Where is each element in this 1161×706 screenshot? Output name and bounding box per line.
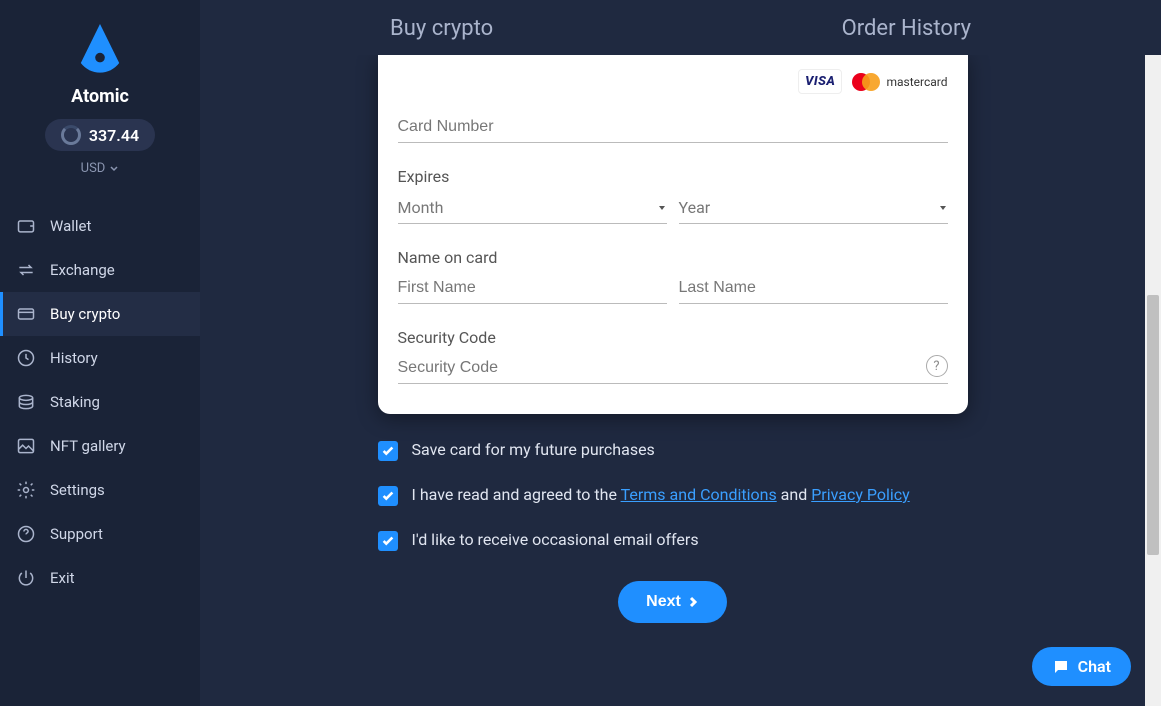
chat-button-label: Chat [1078,657,1111,676]
mastercard-text: mastercard [886,75,947,89]
security-help-icon[interactable]: ? [926,355,948,377]
power-icon [16,568,36,588]
sidebar-item-history[interactable]: History [0,336,200,380]
nav: Wallet Exchange Buy crypto History Staki… [0,204,200,600]
name-on-card-label: Name on card [398,248,948,267]
scrollbar-thumb[interactable] [1147,295,1159,555]
help-icon [16,524,36,544]
sidebar: Atomic 337.44 USD Wallet Exchange Buy cr… [0,0,200,706]
terms-link[interactable]: Terms and Conditions [621,485,777,504]
sidebar-item-label: Settings [50,481,105,499]
sidebar-item-label: History [50,349,98,367]
wallet-icon [16,216,36,236]
visa-badge: VISA [798,69,842,94]
save-card-checkbox[interactable] [378,441,398,461]
sidebar-item-label: Buy crypto [50,305,120,323]
header: Buy crypto Order History [200,0,1161,55]
next-button[interactable]: Next [618,581,727,623]
mastercard-badge: mastercard [852,69,947,94]
gear-icon [16,480,36,500]
sidebar-item-settings[interactable]: Settings [0,468,200,512]
sidebar-item-buy-crypto[interactable]: Buy crypto [0,292,200,336]
page-title: Buy crypto [390,16,493,41]
next-button-label: Next [646,593,681,611]
agree-terms-checkbox[interactable] [378,486,398,506]
email-offers-checkbox[interactable] [378,531,398,551]
dropdown-arrow-icon [938,203,948,213]
security-code-label: Security Code [398,328,948,347]
save-card-label: Save card for my future purchases [412,440,655,459]
currency-label: USD [81,161,106,176]
card-icon [16,304,36,324]
staking-icon [16,392,36,412]
dropdown-arrow-icon [657,203,667,213]
balance-ring-icon [61,125,81,145]
image-icon [16,436,36,456]
history-icon [16,348,36,368]
balance-pill[interactable]: 337.44 [45,119,155,151]
sidebar-item-exit[interactable]: Exit [0,556,200,600]
agree-mid: and [777,485,812,504]
chevron-down-icon [109,164,119,174]
last-name-input[interactable] [679,273,948,304]
agreements: Save card for my future purchases I have… [378,414,968,575]
mastercard-icon [852,73,880,91]
expiry-month-select[interactable]: Month [398,192,667,224]
card-number-input[interactable] [398,112,948,143]
exchange-icon [16,260,36,280]
security-code-input[interactable] [398,353,948,384]
agree-prefix: I have read and agreed to the [412,485,621,504]
card-brands: VISA mastercard [398,69,948,94]
main-area: Buy crypto Order History VISA mastercard [200,0,1161,706]
chat-button[interactable]: Chat [1032,647,1131,686]
balance-amount: 337.44 [89,126,139,145]
sidebar-item-label: Wallet [50,217,91,235]
app-name: Atomic [71,86,129,107]
sidebar-item-label: Exchange [50,261,115,279]
scrollbar-track[interactable] [1145,55,1161,706]
sidebar-item-label: Support [50,525,103,543]
sidebar-item-label: NFT gallery [50,437,126,455]
sidebar-item-nft[interactable]: NFT gallery [0,424,200,468]
currency-selector[interactable]: USD [81,161,120,176]
first-name-input[interactable] [398,273,667,304]
expiry-year-select[interactable]: Year [679,192,948,224]
sidebar-item-wallet[interactable]: Wallet [0,204,200,248]
sidebar-item-exchange[interactable]: Exchange [0,248,200,292]
email-offers-label: I'd like to receive occasional email off… [412,530,699,549]
content-wrap: VISA mastercard Expires Month [200,55,1161,706]
sidebar-item-support[interactable]: Support [0,512,200,556]
agree-terms-label: I have read and agreed to the Terms and … [412,485,910,504]
card-form: VISA mastercard Expires Month [378,55,968,414]
logo-area: Atomic 337.44 USD [0,18,200,186]
sidebar-item-label: Exit [50,569,75,587]
scroll-body: VISA mastercard Expires Month [200,55,1145,706]
chat-icon [1052,658,1070,676]
sidebar-item-staking[interactable]: Staking [0,380,200,424]
order-history-link[interactable]: Order History [842,16,971,41]
month-placeholder: Month [398,198,444,217]
privacy-link[interactable]: Privacy Policy [811,485,910,504]
app-logo-icon [70,18,130,78]
expires-label: Expires [398,167,948,186]
year-placeholder: Year [679,198,711,217]
chevron-right-icon [687,596,699,608]
sidebar-item-label: Staking [50,393,100,411]
